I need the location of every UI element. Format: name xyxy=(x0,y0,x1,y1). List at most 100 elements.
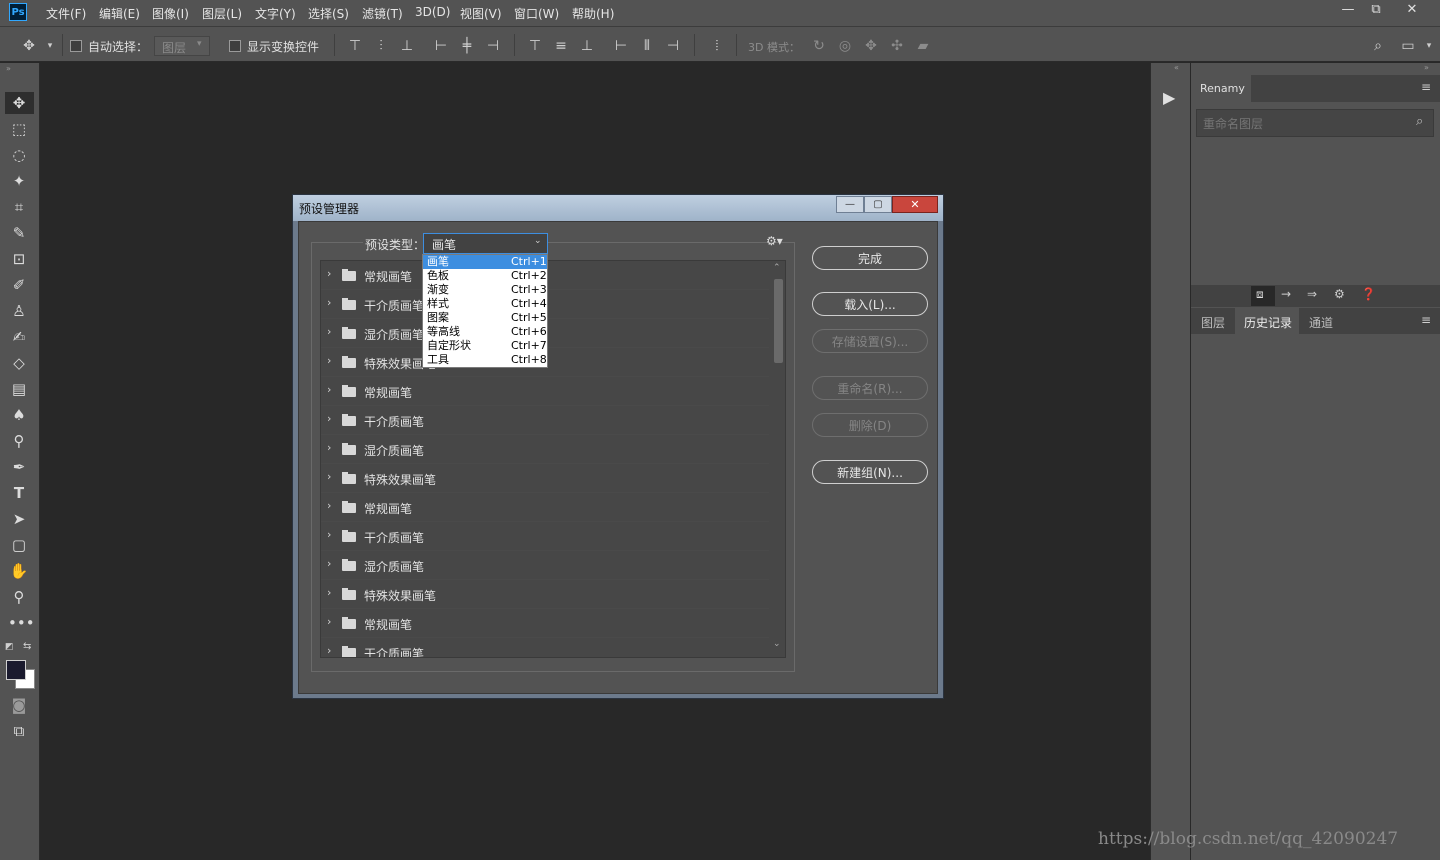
more-tools-icon[interactable]: ••• xyxy=(8,612,35,634)
align-bottom-icon[interactable]: ⊥ xyxy=(398,37,416,55)
arrow-right-double-icon[interactable]: ⇒ xyxy=(1307,287,1317,301)
dropdown-option-patterns[interactable]: 图案 Ctrl+5 xyxy=(423,311,547,325)
expand-icon[interactable]: » xyxy=(1424,63,1429,72)
list-item[interactable]: › 特殊效果画笔 xyxy=(321,464,769,493)
play-icon[interactable]: ▶ xyxy=(1163,88,1175,107)
renamy-tab[interactable]: Renamy xyxy=(1191,75,1251,102)
show-transform-checkbox[interactable] xyxy=(229,40,241,52)
menu-help[interactable]: 帮助(H) xyxy=(572,5,614,22)
quick-mask-icon[interactable]: ◙ xyxy=(8,694,30,716)
arrow-right-icon[interactable]: → xyxy=(1281,287,1291,301)
distribute-right-icon[interactable]: ⊣ xyxy=(664,37,682,55)
list-item[interactable]: › 常规画笔 xyxy=(321,609,769,638)
lasso-tool-icon[interactable]: ◌ xyxy=(8,144,30,166)
list-item[interactable]: › 特殊效果画笔 xyxy=(321,580,769,609)
menu-file[interactable]: 文件(F) xyxy=(46,5,86,22)
search-icon[interactable]: ⌕ xyxy=(1369,37,1387,55)
rename-button[interactable]: 重命名(R)... xyxy=(812,376,928,400)
pen-tool-icon[interactable]: ✒ xyxy=(8,456,30,478)
list-item[interactable]: › 湿介质画笔 xyxy=(321,435,769,464)
brush-tool-icon[interactable]: ✐ xyxy=(8,274,30,296)
roll-3d-icon[interactable]: ◎ xyxy=(836,37,854,55)
marquee-tool-icon[interactable]: ⬚ xyxy=(8,118,30,140)
distribute-bottom-icon[interactable]: ⊥ xyxy=(578,37,596,55)
align-left-icon[interactable]: ⊢ xyxy=(432,37,450,55)
screen-mode-icon[interactable]: ⧉ xyxy=(8,720,30,742)
menu-select[interactable]: 选择(S) xyxy=(308,5,349,22)
menu-layer[interactable]: 图层(L) xyxy=(202,5,242,22)
dialog-minimize-button[interactable]: — xyxy=(836,196,864,213)
align-vcenter-icon[interactable]: ⫶ xyxy=(372,37,390,55)
align-hcenter-icon[interactable]: ╪ xyxy=(458,37,476,55)
auto-align-icon[interactable]: ⦙ xyxy=(708,37,726,55)
help-icon[interactable]: ❓ xyxy=(1361,287,1376,301)
minimize-button[interactable]: — xyxy=(1334,0,1362,20)
chevron-right-icon[interactable]: › xyxy=(327,615,331,628)
distribute-hcenter-icon[interactable]: ⦀ xyxy=(638,37,656,55)
chevron-down-icon[interactable]: ▾ xyxy=(41,37,59,55)
zoom-tool-icon[interactable]: ⚲ xyxy=(8,586,30,608)
chevron-right-icon[interactable]: › xyxy=(327,296,331,309)
scrollbar-thumb[interactable] xyxy=(774,279,783,363)
workspace-icon[interactable]: ▭ xyxy=(1399,37,1417,55)
list-item[interactable]: › 常规画笔 xyxy=(321,493,769,522)
menu-edit[interactable]: 编辑(E) xyxy=(99,5,140,22)
gear-icon[interactable]: ⚙ xyxy=(1334,287,1345,301)
move-tool-icon[interactable]: ✥ xyxy=(8,92,30,114)
dropdown-option-gradients[interactable]: 渐变 Ctrl+3 xyxy=(423,283,547,297)
list-scrollbar[interactable]: ⌃ ⌄ xyxy=(770,261,785,657)
default-colors-icon[interactable]: ◩ xyxy=(5,642,14,652)
dropdown-option-custom-shapes[interactable]: 自定形状 Ctrl+7 xyxy=(423,339,547,353)
done-button[interactable]: 完成 xyxy=(812,246,928,270)
path-select-icon[interactable]: ➤ xyxy=(8,508,30,530)
chevron-right-icon[interactable]: › xyxy=(327,325,331,338)
scroll-down-icon[interactable]: ⌄ xyxy=(773,639,781,649)
foreground-color-swatch[interactable] xyxy=(6,660,26,680)
type-tool-icon[interactable]: T xyxy=(8,482,30,504)
magic-wand-icon[interactable]: ✦ xyxy=(8,170,30,192)
dropdown-option-contours[interactable]: 等高线 Ctrl+6 xyxy=(423,325,547,339)
history-brush-icon[interactable]: ✍ xyxy=(8,326,30,348)
eraser-tool-icon[interactable]: ◇ xyxy=(8,352,30,374)
shape-tool-icon[interactable]: ▢ xyxy=(8,534,30,556)
dropdown-option-brush[interactable]: 画笔 Ctrl+1 xyxy=(423,255,547,269)
chevron-right-icon[interactable]: › xyxy=(327,644,331,657)
chevron-right-icon[interactable]: › xyxy=(327,267,331,280)
menu-3d[interactable]: 3D(D) xyxy=(415,5,450,19)
swap-colors-icon[interactable]: ⇆ xyxy=(23,641,31,652)
chevron-right-icon[interactable]: › xyxy=(327,383,331,396)
distribute-vcenter-icon[interactable]: ≡ xyxy=(552,37,570,55)
tab-history[interactable]: 历史记录 xyxy=(1244,314,1292,331)
align-right-icon[interactable]: ⊣ xyxy=(484,37,502,55)
new-group-button[interactable]: 新建组(N)... xyxy=(812,460,928,484)
chevron-right-icon[interactable]: › xyxy=(327,441,331,454)
preset-type-select[interactable]: 画笔 ⌄ xyxy=(423,233,548,254)
eyedropper-icon[interactable]: ✎ xyxy=(8,222,30,244)
load-button[interactable]: 载入(L)... xyxy=(812,292,928,316)
chevron-right-icon[interactable]: › xyxy=(327,499,331,512)
blur-tool-icon[interactable]: ♠ xyxy=(8,404,30,426)
dialog-maximize-button[interactable]: ▢ xyxy=(864,196,892,213)
distribute-left-icon[interactable]: ⊢ xyxy=(612,37,630,55)
delete-button[interactable]: 删除(D) xyxy=(812,413,928,437)
orbit-3d-icon[interactable]: ↻ xyxy=(810,37,828,55)
collapse-icon[interactable]: « xyxy=(1174,63,1179,72)
list-item[interactable]: › 湿介质画笔 xyxy=(321,551,769,580)
chevron-right-icon[interactable]: › xyxy=(327,528,331,541)
chevron-right-icon[interactable]: › xyxy=(327,412,331,425)
menu-filter[interactable]: 滤镜(T) xyxy=(362,5,403,22)
slide-3d-icon[interactable]: ✣ xyxy=(888,37,906,55)
dropdown-option-styles[interactable]: 样式 Ctrl+4 xyxy=(423,297,547,311)
rename-layer-input[interactable]: 重命名图层 ⌕ xyxy=(1196,109,1434,137)
auto-select-dropdown[interactable]: 图层 ▾ xyxy=(154,36,210,56)
search-icon[interactable]: ⌕ xyxy=(1416,114,1423,129)
chevron-right-icon[interactable]: › xyxy=(327,586,331,599)
preset-list[interactable]: › 常规画笔 › 干介质画笔 › 湿介质画笔 › 特殊效果画笔 › 常规画笔 › 干介质画笔… xyxy=(320,260,786,658)
save-settings-button[interactable]: 存储设置(S)... xyxy=(812,329,928,353)
camera-3d-icon[interactable]: ▰ xyxy=(914,37,932,55)
panel-menu-icon[interactable]: ≡ xyxy=(1421,80,1431,94)
list-item[interactable]: › 干介质画笔 xyxy=(321,522,769,551)
gradient-tool-icon[interactable]: ▤ xyxy=(8,378,30,400)
list-item[interactable]: › 干介质画笔 xyxy=(321,638,769,657)
tab-channels[interactable]: 通道 xyxy=(1309,314,1333,331)
